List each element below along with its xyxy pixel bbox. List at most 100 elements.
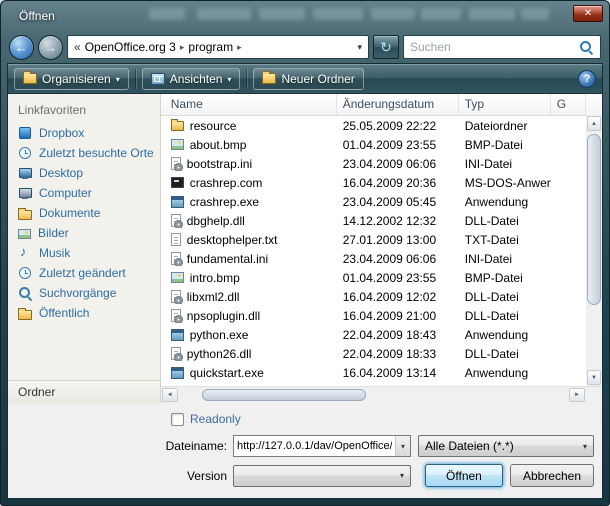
file-row[interactable]: fundamental.ini23.04.2009 06:06INI-Datei (161, 249, 586, 268)
file-type: DLL-Datei (459, 290, 551, 304)
sidebar-item-documents[interactable]: Dokumente (8, 203, 160, 223)
column-header-size[interactable]: G (551, 94, 586, 115)
vertical-scroll-thumb[interactable] (587, 134, 601, 305)
breadcrumb-dropdown-icon[interactable]: ▾ (357, 42, 362, 53)
file-list-pane: NameÄnderungsdatumTypG resource25.05.200… (161, 94, 602, 403)
column-header-date[interactable]: Änderungsdatum (337, 94, 459, 115)
filename-input[interactable] (234, 440, 395, 452)
scroll-down-button[interactable]: ▼ (587, 370, 601, 385)
breadcrumb-item[interactable]: program (188, 40, 233, 54)
scroll-right-button[interactable]: ► (569, 388, 585, 402)
file-name: dbghelp.dll (187, 214, 245, 228)
file-row[interactable]: python26.dll22.04.2009 18:33DLL-Datei (161, 344, 586, 363)
file-row[interactable]: python.exe22.04.2009 18:43Anwendung (161, 325, 586, 344)
version-select[interactable]: ▾ (233, 465, 411, 487)
file-row[interactable]: resource25.05.2009 22:22Dateiordner (161, 116, 586, 135)
file-type: INI-Datei (459, 157, 551, 171)
horizontal-scroll-thumb[interactable] (202, 389, 365, 401)
dll-file-icon (171, 347, 181, 360)
column-header-name[interactable]: Name (161, 94, 337, 115)
sidebar-item-music[interactable]: Musik (8, 243, 160, 263)
background-window-blur (469, 8, 515, 20)
breadcrumb-chevron-icon[interactable]: ▸ (237, 41, 242, 53)
vertical-scrollbar[interactable]: ▲ ▼ (586, 115, 602, 386)
file-row[interactable]: dbghelp.dll14.12.2002 12:32DLL-Datei (161, 211, 586, 230)
breadcrumb-items: OpenOffice.org 3▸program▸ (85, 40, 242, 54)
pictures-icon (18, 229, 31, 239)
help-icon: ? (584, 73, 591, 85)
refresh-button[interactable]: ↻ (373, 35, 399, 59)
open-button[interactable]: Öffnen (425, 464, 503, 487)
refresh-icon: ↻ (380, 39, 392, 56)
file-row[interactable]: bootstrap.ini23.04.2009 06:06INI-Datei (161, 154, 586, 173)
file-row[interactable]: desktophelper.txt27.01.2009 13:00TXT-Dat… (161, 230, 586, 249)
filetype-value: Alle Dateien (*.*) (425, 439, 577, 453)
navigation-bar: ← → « OpenOffice.org 3▸program▸ ▾ ↻ (1, 31, 609, 63)
sidebar-item-recent-changed[interactable]: Zuletzt geändert (8, 263, 160, 283)
scrollbar-corner (586, 387, 602, 403)
sidebar-item-dropbox[interactable]: Dropbox (8, 123, 160, 143)
filetype-select[interactable]: Alle Dateien (*.*) ▾ (418, 435, 594, 457)
sidebar-item-pictures[interactable]: Bilder (8, 223, 160, 243)
breadcrumb-overflow-icon[interactable]: « (74, 40, 81, 54)
file-row[interactable]: crashrep.com16.04.2009 20:36MS-DOS-Anwen… (161, 173, 586, 192)
file-row[interactable]: npsoplugin.dll16.04.2009 21:00DLL-Datei (161, 306, 586, 325)
dialog-client-area: Organisieren ▾ Ansichten ▾ Neuer Ordner … (7, 63, 603, 499)
sidebar-item-label: Öffentlich (39, 306, 89, 320)
horizontal-scrollbar[interactable]: ◄ ► (161, 386, 602, 403)
file-row[interactable]: libxml2.dll16.04.2009 12:02DLL-Datei (161, 287, 586, 306)
help-button[interactable]: ? (578, 70, 596, 88)
file-type: Dateiordner (459, 119, 551, 133)
background-window-blur (421, 8, 461, 20)
organize-button[interactable]: Organisieren ▾ (14, 68, 129, 90)
file-type: INI-Datei (459, 252, 551, 266)
breadcrumb-item[interactable]: OpenOffice.org 3 (85, 40, 176, 54)
scroll-left-button[interactable]: ◄ (162, 388, 178, 402)
sidebar-item-searches[interactable]: Suchvorgänge (8, 283, 160, 303)
forward-button[interactable]: → (38, 35, 63, 60)
folders-expander[interactable]: Ordner (8, 380, 160, 403)
file-date: 25.05.2009 22:22 (337, 119, 459, 133)
breadcrumb[interactable]: « OpenOffice.org 3▸program▸ ▾ (67, 35, 369, 59)
cancel-button[interactable]: Abbrechen (510, 464, 594, 487)
file-date: 01.04.2009 23:55 (337, 138, 459, 152)
column-header-type[interactable]: Typ (459, 94, 551, 115)
file-row[interactable]: intro.bmp01.04.2009 23:55BMP-Datei (161, 268, 586, 287)
file-name: about.bmp (190, 138, 247, 152)
file-row[interactable]: quickstart.exe16.04.2009 13:14Anwendung (161, 363, 586, 382)
filename-combo[interactable]: ▾ (233, 435, 411, 457)
file-row[interactable]: crashrep.exe23.04.2009 05:45Anwendung (161, 192, 586, 211)
dropbox-icon (19, 127, 31, 139)
readonly-checkbox[interactable] (171, 413, 184, 426)
close-icon: ✕ (584, 9, 592, 19)
close-button[interactable]: ✕ (573, 5, 603, 22)
back-button[interactable]: ← (9, 35, 34, 60)
horizontal-scroll-track[interactable] (179, 387, 568, 403)
dll-file-icon (171, 309, 181, 322)
file-date: 16.04.2009 21:00 (337, 309, 459, 323)
views-button[interactable]: Ansichten ▾ (142, 68, 241, 90)
file-name: bootstrap.ini (187, 157, 252, 171)
sidebar-item-computer[interactable]: Computer (8, 183, 160, 203)
vertical-scroll-track[interactable] (586, 132, 602, 369)
sidebar-item-public[interactable]: Öffentlich (8, 303, 160, 323)
new-folder-button[interactable]: Neuer Ordner (253, 68, 363, 90)
sidebar-item-recent-places[interactable]: Zuletzt besuchte Orte (8, 143, 160, 163)
scroll-up-button[interactable]: ▲ (587, 116, 601, 131)
file-name: npsoplugin.dll (187, 309, 260, 323)
ini-file-icon (171, 157, 181, 170)
sidebar-item-label: Zuletzt besuchte Orte (39, 146, 154, 160)
folder-file-icon (171, 121, 184, 131)
breadcrumb-chevron-icon[interactable]: ▸ (180, 41, 185, 53)
file-row[interactable]: about.bmp01.04.2009 23:55BMP-Datei (161, 135, 586, 154)
sidebar: Linkfavoriten DropboxZuletzt besuchte Or… (8, 94, 161, 403)
search-box[interactable] (403, 35, 601, 59)
file-type: DLL-Datei (459, 214, 551, 228)
filename-dropdown-icon[interactable]: ▾ (395, 436, 410, 456)
sidebar-item-desktop[interactable]: Desktop (8, 163, 160, 183)
search-icon[interactable] (579, 40, 594, 55)
file-date: 01.04.2009 23:55 (337, 271, 459, 285)
new-folder-label: Neuer Ordner (281, 72, 354, 86)
search-input[interactable] (410, 40, 575, 54)
titlebar[interactable]: Öffnen ✕ (1, 1, 609, 31)
